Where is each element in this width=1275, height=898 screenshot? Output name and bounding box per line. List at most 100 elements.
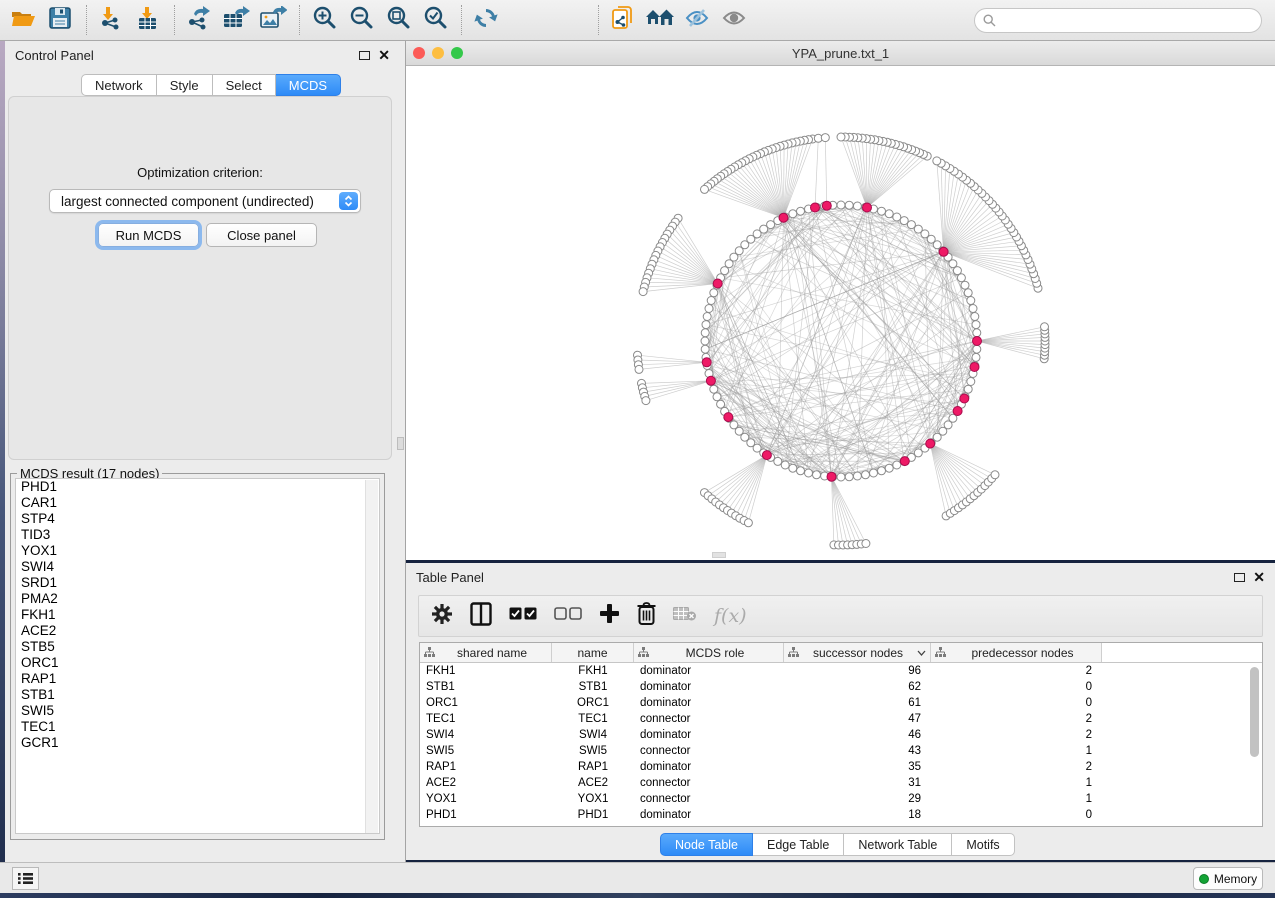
tab-mcds[interactable]: MCDS (276, 74, 341, 96)
mcds-result-item[interactable]: SWI4 (16, 559, 379, 575)
column-view-button[interactable] (470, 601, 492, 631)
mcds-result-item[interactable]: STP4 (16, 511, 379, 527)
close-table-panel-icon[interactable]: ✕ (1253, 570, 1265, 584)
mcds-result-item[interactable]: RAP1 (16, 671, 379, 687)
table-row[interactable]: YOX1YOX1connector291 (420, 791, 1262, 807)
mcds-result-item[interactable]: SRD1 (16, 575, 379, 591)
mcds-result-item[interactable]: SWI5 (16, 703, 379, 719)
table-scrollbar-thumb[interactable] (1250, 667, 1259, 757)
clone-network-button[interactable] (608, 5, 638, 35)
cell-shared-name: YOX1 (420, 793, 552, 805)
mcds-result-list[interactable]: PHD1CAR1STP4TID3YOX1SWI4SRD1PMA2FKH1ACE2… (15, 478, 380, 834)
export-network-button[interactable] (184, 5, 214, 35)
cell-shared-name: STB1 (420, 681, 552, 693)
tab-network-table[interactable]: Network Table (844, 833, 952, 856)
columns-icon (470, 602, 492, 631)
table-row[interactable]: ACE2ACE2connector311 (420, 775, 1262, 791)
mcds-result-item[interactable]: TEC1 (16, 719, 379, 735)
table-row[interactable]: FKH1FKH1dominator962 (420, 663, 1262, 679)
table-panel: Table Panel ✕ f(x) shared namenameMCDS r… (406, 563, 1275, 860)
run-mcds-button[interactable]: Run MCDS (98, 223, 199, 247)
table-settings-button[interactable] (431, 601, 453, 631)
zoom-in-button[interactable] (309, 5, 339, 35)
export-image-button[interactable] (258, 5, 288, 35)
delete-column-button[interactable] (637, 601, 656, 631)
network-canvas[interactable] (406, 66, 1275, 560)
table-row[interactable]: SWI5SWI5connector431 (420, 743, 1262, 759)
task-history-button[interactable] (12, 867, 39, 890)
cell-shared-name: TEC1 (420, 713, 552, 725)
hierarchy-icon (638, 647, 649, 658)
table-row[interactable]: STB1STB1dominator620 (420, 679, 1262, 695)
column-header-name[interactable]: name (552, 643, 634, 662)
eye-slash-icon (684, 7, 710, 34)
tab-edge-table[interactable]: Edge Table (753, 833, 844, 856)
cell-MCDS-role: connector (634, 793, 784, 805)
column-header-MCDS-role[interactable]: MCDS role (634, 643, 784, 662)
network-home-button[interactable] (645, 5, 675, 35)
mcds-result-item[interactable]: STB1 (16, 687, 379, 703)
table-row[interactable]: RAP1RAP1dominator352 (420, 759, 1262, 775)
float-panel-icon[interactable] (359, 51, 370, 60)
memory-button[interactable]: Memory (1193, 867, 1263, 890)
horizontal-divider-handle[interactable] (712, 552, 726, 558)
column-header-successor-nodes[interactable]: successor nodes (784, 643, 931, 662)
search-input[interactable] (996, 14, 1261, 28)
zoom-in-icon (312, 5, 337, 35)
cell-shared-name: ACE2 (420, 777, 552, 789)
cell-predecessor-nodes: 2 (931, 761, 1102, 773)
select-all-button[interactable] (509, 601, 537, 631)
import-table-button[interactable] (133, 5, 163, 35)
criterion-dropdown[interactable]: largest connected component (undirected) (49, 189, 361, 213)
close-panel-button[interactable]: Close panel (206, 223, 317, 247)
zoom-out-button[interactable] (346, 5, 376, 35)
refresh-view-button[interactable] (471, 5, 501, 35)
tab-select[interactable]: Select (213, 74, 276, 96)
graphics-details-button[interactable] (682, 5, 712, 35)
search-icon (983, 14, 996, 27)
deselect-all-button[interactable] (554, 601, 582, 631)
optimization-criterion-label: Optimization criterion: (9, 165, 391, 180)
mcds-result-item[interactable]: FKH1 (16, 607, 379, 623)
tab-network[interactable]: Network (81, 74, 157, 96)
export-table-button[interactable] (221, 5, 251, 35)
mcds-result-item[interactable]: YOX1 (16, 543, 379, 559)
cell-successor-nodes: 96 (784, 665, 931, 677)
mcds-result-item[interactable]: ORC1 (16, 655, 379, 671)
tab-style[interactable]: Style (157, 74, 213, 96)
save-session-button[interactable] (45, 5, 75, 35)
mcds-result-item[interactable]: CAR1 (16, 495, 379, 511)
table-scrollbar[interactable] (1249, 665, 1260, 825)
table-row[interactable]: ORC1ORC1dominator610 (420, 695, 1262, 711)
search-field[interactable] (974, 8, 1262, 33)
mcds-result-item[interactable]: STB5 (16, 639, 379, 655)
cell-MCDS-role: connector (634, 713, 784, 725)
tab-motifs[interactable]: Motifs (952, 833, 1014, 856)
cell-predecessor-nodes: 2 (931, 713, 1102, 725)
mcds-result-item[interactable]: PHD1 (16, 479, 379, 495)
float-table-panel-icon[interactable] (1234, 573, 1245, 582)
column-header-shared-name[interactable]: shared name (420, 643, 552, 662)
table-row[interactable]: TEC1TEC1connector472 (420, 711, 1262, 727)
cytoscape-app: Control Panel ✕ NetworkStyleSelectMCDS O… (0, 0, 1275, 898)
hierarchy-icon (424, 647, 435, 658)
criterion-value: largest connected component (undirected) (61, 194, 314, 209)
mcds-result-item[interactable]: TID3 (16, 527, 379, 543)
tab-node-table[interactable]: Node Table (660, 833, 753, 856)
table-row[interactable]: PHD1PHD1dominator180 (420, 807, 1262, 823)
open-session-button[interactable] (8, 5, 38, 35)
mcds-result-item[interactable]: ACE2 (16, 623, 379, 639)
zoom-fit-button[interactable] (383, 5, 413, 35)
mcds-result-item[interactable]: PMA2 (16, 591, 379, 607)
table-row[interactable]: SWI4SWI4dominator462 (420, 727, 1262, 743)
column-header-predecessor-nodes[interactable]: predecessor nodes (931, 643, 1102, 662)
zoom-selected-button[interactable] (420, 5, 450, 35)
vertical-divider-handle[interactable] (397, 437, 404, 450)
close-panel-icon[interactable]: ✕ (378, 48, 390, 62)
add-column-button[interactable] (599, 601, 620, 631)
mcds-list-scrollbar[interactable] (365, 480, 378, 834)
mcds-result-item[interactable]: GCR1 (16, 735, 379, 751)
preview-button[interactable] (719, 5, 749, 35)
delete-table-button (673, 601, 697, 631)
import-network-button[interactable] (96, 5, 126, 35)
